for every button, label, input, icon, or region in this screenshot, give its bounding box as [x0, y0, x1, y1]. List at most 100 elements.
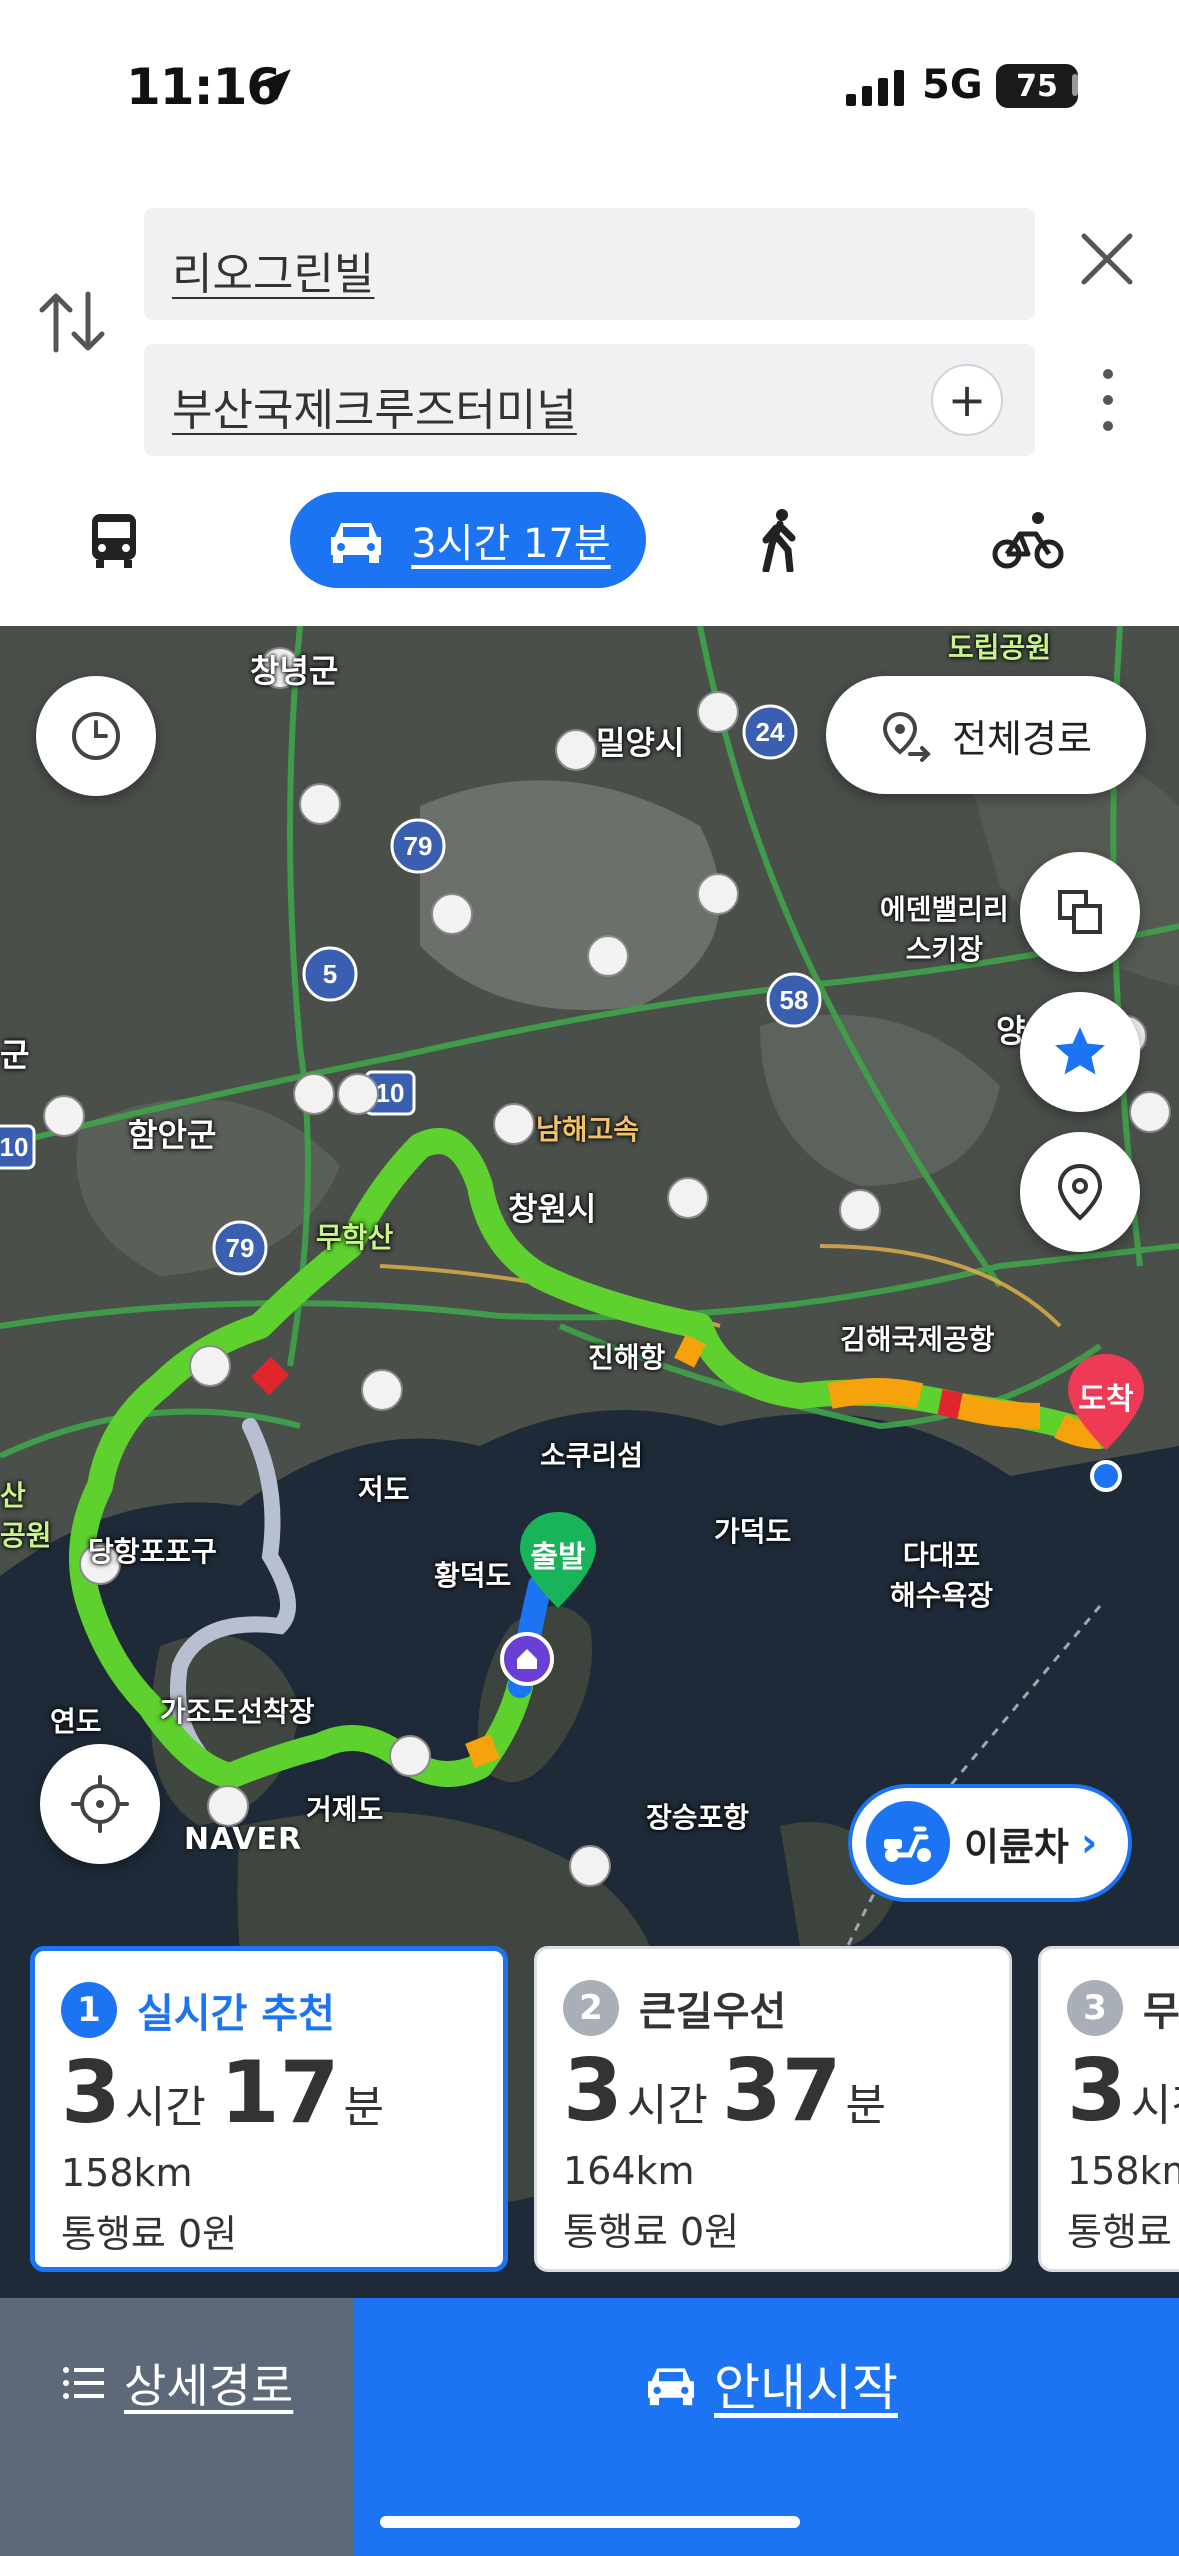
route-option-toll: 통행료 0원 — [61, 2212, 238, 2256]
road-number-10b: 10 — [0, 1132, 28, 1162]
map-label-haman: 함안군 — [128, 1116, 217, 1154]
layer-toggle-button[interactable] — [1020, 852, 1140, 972]
chevron-right-icon: › — [1080, 1820, 1098, 1866]
map-label-muhaksan: 무학산 — [316, 1221, 394, 1254]
road-number-58: 58 — [780, 985, 809, 1015]
favorite-button[interactable] — [1020, 992, 1140, 1112]
road-number-10: 10 — [376, 1078, 405, 1108]
two-wheeler-button[interactable]: 이륜차 › — [848, 1784, 1132, 1902]
map-label-changwon: 창원시 — [508, 1190, 597, 1228]
swap-route-icon[interactable] — [30, 280, 114, 364]
car-duration: 3시간 17분 — [411, 521, 611, 567]
route-option-header: 3 무료도로 — [1067, 1979, 1179, 2037]
close-icon[interactable] — [1076, 228, 1138, 290]
route-option-title: 큰길우선 — [639, 1989, 787, 2035]
destination-text: 부산국제크루즈터미널 — [172, 385, 577, 436]
home-icon — [517, 1649, 537, 1669]
map-label-miryang: 밀양시 — [596, 724, 685, 762]
road-number-5: 5 — [323, 959, 337, 989]
tab-transit[interactable] — [74, 492, 154, 588]
full-route-label: 전체경로 — [952, 716, 1092, 761]
clock-icon — [72, 712, 120, 760]
map-label-gajodo: 가조도선착장 — [160, 1695, 315, 1728]
duration-hour-unit: 시간 — [1130, 2080, 1179, 2131]
route-option-duration: 3시간17분 — [1067, 2041, 1179, 2141]
destination-field[interactable]: 부산국제크루즈터미널 + — [144, 344, 1035, 456]
bicycle-icon — [992, 512, 1064, 569]
car-icon — [331, 523, 382, 563]
route-option-3[interactable]: 3 무료도로 3시간17분 158km 통행료 0원 — [1038, 1946, 1179, 2272]
duration-hour-unit: 시간 — [124, 2082, 206, 2133]
route-pin-icon — [883, 711, 931, 762]
duration-minute-unit: 분 — [343, 2082, 384, 2133]
route-detail-label: 상세경로 — [124, 2359, 294, 2413]
duration-minutes: 37 — [721, 2041, 842, 2141]
start-pin-label: 출발 — [530, 1540, 586, 1575]
bus-icon — [92, 514, 136, 568]
route-option-title: 실시간 추천 — [137, 1991, 335, 2037]
two-wheeler-label: 이륜차 — [964, 1824, 1069, 1869]
tab-car[interactable]: 3시간 17분 — [290, 492, 646, 588]
map-label-jeodo: 저도 — [358, 1473, 410, 1506]
tab-bicycle[interactable] — [988, 492, 1068, 588]
map-label-geojedo: 거제도 — [306, 1793, 384, 1826]
add-stop-button[interactable]: + — [931, 364, 1003, 436]
route-option-3-clip: 3 무료도로 3시간17분 158km 통행료 0원 — [1038, 1946, 1179, 2272]
route-rank-badge: 2 — [563, 1980, 619, 2036]
road-number-79b: 79 — [226, 1233, 255, 1263]
battery-indicator: 75 — [996, 64, 1078, 108]
map-label-yeondo: 연도 — [50, 1705, 102, 1738]
road-number-79: 79 — [404, 831, 433, 861]
map-label-hwangdeok: 황덕도 — [434, 1559, 512, 1592]
route-option-toll: 통행료 0원 — [1067, 2210, 1179, 2254]
map-label-gimhae-airport: 김해국제공항 — [840, 1323, 995, 1356]
crosshair-icon — [71, 1775, 129, 1833]
destination-dot — [1090, 1460, 1122, 1492]
home-indicator[interactable] — [380, 2516, 800, 2528]
origin-text: 리오그린빌 — [172, 249, 375, 300]
map-label-danghang: 당항포포구 — [88, 1535, 217, 1568]
route-option-duration: 3시간 17분 — [61, 2043, 398, 2143]
network-type: 5G — [922, 62, 983, 108]
road-number-24: 24 — [756, 717, 785, 747]
end-pin[interactable]: 도착 — [1064, 1352, 1148, 1452]
route-rank-badge: 3 — [1067, 1980, 1123, 2036]
end-pin-label: 도착 — [1078, 1382, 1134, 1417]
current-location-button[interactable] — [40, 1744, 160, 1864]
duration-hours: 3 — [563, 2041, 623, 2141]
start-pin[interactable]: 출발 — [516, 1510, 600, 1610]
map-label-dadaepo: 다대포 해수욕장 — [890, 1539, 994, 1612]
battery-tip — [1072, 74, 1078, 96]
origin-field[interactable]: 리오그린빌 — [144, 208, 1035, 320]
walk-icon — [762, 509, 796, 572]
duration-hour-unit: 시간 — [626, 2080, 708, 2131]
scooter-icon — [866, 1801, 950, 1885]
route-detail-button[interactable]: 상세경로 — [0, 2298, 354, 2556]
tab-walk[interactable] — [748, 492, 812, 588]
layers-icon — [1058, 890, 1102, 934]
home-marker — [500, 1632, 554, 1686]
route-option-2[interactable]: 2 큰길우선 3시간 37분 164km 통행료 0원 — [534, 1946, 1012, 2272]
route-option-title: 무료도로 — [1143, 1989, 1179, 2035]
star-icon — [1055, 1027, 1105, 1075]
map-label-namhae: 남해고속 — [536, 1113, 640, 1146]
duration-minutes: 17 — [219, 2043, 340, 2143]
time-settings-button[interactable] — [36, 676, 156, 796]
duration-hours: 3 — [1067, 2041, 1127, 2141]
map-label-janseungpo: 장승포항 — [646, 1801, 750, 1834]
route-option-toll: 통행료 0원 — [563, 2210, 740, 2254]
start-navigation-label: 안내시작 — [714, 2359, 898, 2417]
map-label-edenvalley: 에덴밸리리 스키장 — [880, 893, 1009, 966]
more-options-icon[interactable] — [1096, 366, 1120, 434]
map-label-dorip: 도립공원 — [948, 631, 1052, 664]
map-label-gadeok: 가덕도 — [714, 1515, 792, 1548]
route-option-distance: 158km — [1067, 2149, 1179, 2193]
route-option-1[interactable]: 1 실시간 추천 3시간 17분 158km 통행료 0원 — [30, 1946, 508, 2272]
map-pin-icon — [1057, 1163, 1103, 1221]
map-label-san: 산 공원 — [0, 1479, 52, 1552]
duration-hours: 3 — [61, 2043, 121, 2143]
map-label-changnyeong: 창녕군 — [250, 652, 339, 690]
route-option-distance: 164km — [563, 2149, 695, 2193]
full-route-button[interactable]: 전체경로 — [826, 676, 1146, 794]
place-pin-button[interactable] — [1020, 1132, 1140, 1252]
